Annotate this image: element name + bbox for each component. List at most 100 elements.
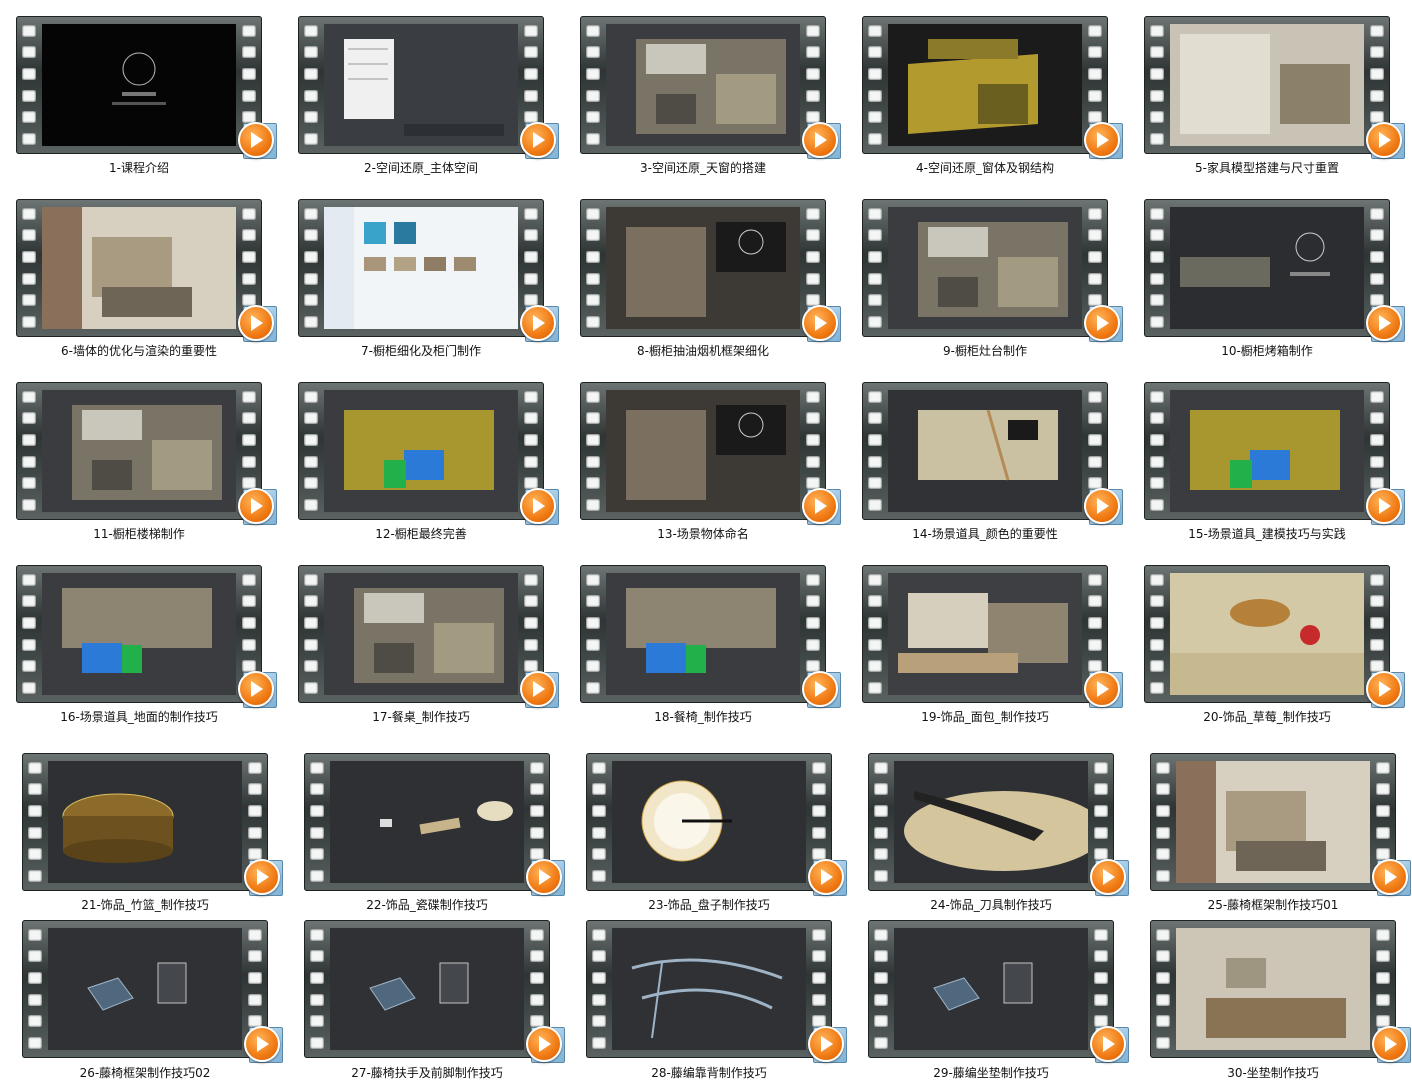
video-title[interactable]: 22-饰品_瓷碟制作技巧 <box>304 896 550 913</box>
video-title[interactable]: 10-橱柜烤箱制作 <box>1144 342 1390 359</box>
video-title[interactable]: 5-家具模型搭建与尺寸重置 <box>1144 159 1390 176</box>
video-title[interactable]: 18-餐椅_制作技巧 <box>580 708 826 725</box>
play-icon[interactable] <box>526 1024 566 1064</box>
play-button[interactable] <box>802 671 838 707</box>
video-title[interactable]: 3-空间还原_天窗的搭建 <box>580 159 826 176</box>
play-button[interactable] <box>1366 671 1402 707</box>
video-thumbnail[interactable] <box>1144 199 1405 342</box>
play-icon[interactable] <box>1084 486 1124 526</box>
video-thumbnail[interactable] <box>16 16 277 159</box>
play-button[interactable] <box>244 1026 280 1062</box>
video-thumbnail[interactable] <box>862 565 1123 708</box>
video-thumbnail[interactable] <box>862 199 1123 342</box>
play-button[interactable] <box>1366 488 1402 524</box>
play-button[interactable] <box>238 305 274 341</box>
play-icon[interactable] <box>1372 1024 1412 1064</box>
play-button[interactable] <box>1084 122 1120 158</box>
play-icon[interactable] <box>808 1024 848 1064</box>
video-title[interactable]: 24-饰品_刀具制作技巧 <box>868 896 1114 913</box>
video-thumbnail[interactable] <box>298 565 559 708</box>
video-title[interactable]: 4-空间还原_窗体及钢结构 <box>862 159 1108 176</box>
play-button[interactable] <box>802 488 838 524</box>
video-thumbnail[interactable] <box>1144 382 1405 525</box>
video-title[interactable]: 13-场景物体命名 <box>580 525 826 542</box>
play-button[interactable] <box>1090 859 1126 895</box>
video-thumbnail[interactable] <box>862 16 1123 159</box>
play-button[interactable] <box>526 1026 562 1062</box>
video-thumbnail[interactable] <box>580 565 841 708</box>
video-thumbnail[interactable] <box>580 382 841 525</box>
play-icon[interactable] <box>802 303 842 343</box>
video-thumbnail[interactable] <box>1150 920 1411 1063</box>
video-thumbnail[interactable] <box>22 920 283 1063</box>
play-icon[interactable] <box>238 120 278 160</box>
play-button[interactable] <box>1366 305 1402 341</box>
video-title[interactable]: 23-饰品_盘子制作技巧 <box>586 896 832 913</box>
play-button[interactable] <box>520 305 556 341</box>
video-thumbnail[interactable] <box>16 565 277 708</box>
video-title[interactable]: 29-藤编坐垫制作技巧 <box>868 1064 1114 1081</box>
play-icon[interactable] <box>1366 303 1406 343</box>
play-icon[interactable] <box>1084 303 1124 343</box>
play-icon[interactable] <box>526 857 566 897</box>
video-thumbnail[interactable] <box>580 16 841 159</box>
play-icon[interactable] <box>520 120 560 160</box>
video-thumbnail[interactable] <box>298 16 559 159</box>
video-title[interactable]: 19-饰品_面包_制作技巧 <box>862 708 1108 725</box>
play-button[interactable] <box>802 305 838 341</box>
play-button[interactable] <box>1366 122 1402 158</box>
play-icon[interactable] <box>1084 669 1124 709</box>
video-thumbnail[interactable] <box>16 382 277 525</box>
play-icon[interactable] <box>520 303 560 343</box>
play-button[interactable] <box>238 671 274 707</box>
video-thumbnail[interactable] <box>298 199 559 342</box>
video-thumbnail[interactable] <box>22 753 283 896</box>
video-title[interactable]: 12-橱柜最终完善 <box>298 525 544 542</box>
video-thumbnail[interactable] <box>868 920 1129 1063</box>
play-icon[interactable] <box>1090 1024 1130 1064</box>
video-title[interactable]: 9-橱柜灶台制作 <box>862 342 1108 359</box>
play-button[interactable] <box>520 671 556 707</box>
video-thumbnail[interactable] <box>304 920 565 1063</box>
video-thumbnail[interactable] <box>1144 565 1405 708</box>
play-button[interactable] <box>802 122 838 158</box>
video-thumbnail[interactable] <box>1144 16 1405 159</box>
video-title[interactable]: 8-橱柜抽油烟机框架细化 <box>580 342 826 359</box>
play-icon[interactable] <box>238 486 278 526</box>
video-title[interactable]: 11-橱柜楼梯制作 <box>16 525 262 542</box>
video-title[interactable]: 16-场景道具_地面的制作技巧 <box>16 708 262 725</box>
video-title[interactable]: 25-藤椅框架制作技巧01 <box>1150 896 1396 913</box>
play-icon[interactable] <box>244 1024 284 1064</box>
play-button[interactable] <box>1084 671 1120 707</box>
play-icon[interactable] <box>244 857 284 897</box>
video-thumbnail[interactable] <box>298 382 559 525</box>
video-thumbnail[interactable] <box>304 753 565 896</box>
play-button[interactable] <box>808 1026 844 1062</box>
play-icon[interactable] <box>808 857 848 897</box>
video-title[interactable]: 6-墙体的优化与渲染的重要性 <box>16 342 262 359</box>
video-title[interactable]: 15-场景道具_建模技巧与实践 <box>1144 525 1390 542</box>
video-thumbnail[interactable] <box>580 199 841 342</box>
video-title[interactable]: 2-空间还原_主体空间 <box>298 159 544 176</box>
video-title[interactable]: 27-藤椅扶手及前脚制作技巧 <box>304 1064 550 1081</box>
video-title[interactable]: 28-藤编靠背制作技巧 <box>586 1064 832 1081</box>
video-title[interactable]: 17-餐桌_制作技巧 <box>298 708 544 725</box>
play-button[interactable] <box>1084 488 1120 524</box>
video-title[interactable]: 7-橱柜细化及柜门制作 <box>298 342 544 359</box>
video-title[interactable]: 26-藤椅框架制作技巧02 <box>22 1064 268 1081</box>
play-icon[interactable] <box>1372 857 1412 897</box>
play-button[interactable] <box>520 488 556 524</box>
play-icon[interactable] <box>520 669 560 709</box>
play-button[interactable] <box>526 859 562 895</box>
play-button[interactable] <box>1090 1026 1126 1062</box>
video-thumbnail[interactable] <box>862 382 1123 525</box>
play-button[interactable] <box>520 122 556 158</box>
play-icon[interactable] <box>1366 669 1406 709</box>
video-thumbnail[interactable] <box>586 753 847 896</box>
video-title[interactable]: 20-饰品_草莓_制作技巧 <box>1144 708 1390 725</box>
play-button[interactable] <box>244 859 280 895</box>
play-icon[interactable] <box>802 486 842 526</box>
play-icon[interactable] <box>1366 486 1406 526</box>
video-thumbnail[interactable] <box>1150 753 1411 896</box>
video-title[interactable]: 21-饰品_竹篮_制作技巧 <box>22 896 268 913</box>
